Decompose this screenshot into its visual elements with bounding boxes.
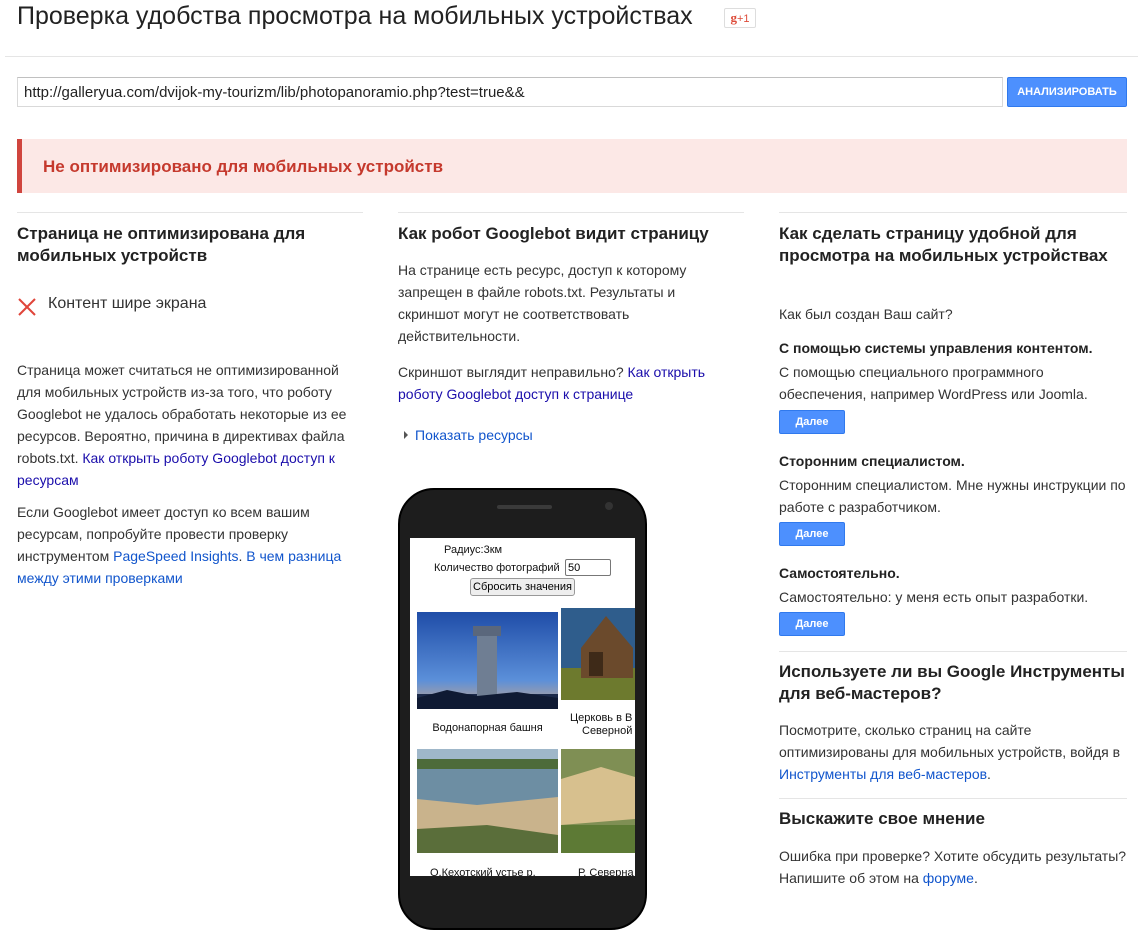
caption-water-tower: Водонапорная башня (432, 722, 543, 734)
feedback-end: . (973, 870, 978, 886)
screenshot-question: Скриншот выглядит неправильно? (398, 364, 624, 380)
option-specialist-title: Сторонним специалистом. (779, 453, 965, 469)
option-cms-title: С помощью системы управления контентом. (779, 340, 1093, 356)
alert-text: Не оптимизировано для мобильных устройст… (43, 157, 444, 176)
photo-sand-dune (561, 749, 635, 853)
phone-camera (605, 502, 613, 510)
expand-triangle-icon (404, 431, 408, 439)
site-question: Как был создан Ваш сайт? (779, 306, 953, 322)
webmaster-text: Посмотрите, сколько страниц на сайте опт… (779, 722, 1121, 760)
issues-explanation: Страница может считаться не оптимизирова… (17, 359, 363, 491)
show-resources-label: Показать ресурсы (415, 427, 533, 443)
section-divider (779, 651, 1127, 652)
photo-river-bank (417, 749, 558, 853)
error-x-icon (18, 298, 36, 316)
option-self-title: Самостоятельно. (779, 565, 900, 581)
pagespeed-note: Если Googlebot имеет доступ ко всем ваши… (17, 501, 363, 589)
analyze-button[interactable]: АНАЛИЗИРОВАТЬ (1007, 77, 1127, 107)
googlebot-heading: Как робот Googlebot видит страницу (398, 224, 709, 243)
option-specialist-desc: Сторонним специалистом. Мне нужны инстру… (779, 477, 1126, 515)
result-alert: Не оптимизировано для мобильных устройст… (17, 139, 1127, 193)
pagespeed-link[interactable]: PageSpeed Insights (113, 548, 238, 564)
option-specialist-next-button[interactable]: Далее (779, 522, 845, 546)
column-googlebot-view: Как робот Googlebot видит страницу На ст… (398, 212, 744, 443)
caption-north: Р. Северна (578, 867, 634, 876)
caption-church-line1: Церковь в В (570, 712, 633, 724)
section-divider (779, 798, 1127, 799)
google-plus-one-button[interactable]: g+1 (724, 8, 756, 28)
feedback-heading: Выскажите свое мнение (779, 809, 985, 828)
phone-speaker (497, 505, 552, 509)
radius-label: Радиус:3км (444, 544, 503, 556)
screenshot-note: Скриншот выглядит неправильно? Как откры… (398, 361, 744, 405)
option-self-desc: Самостоятельно: у меня есть опыт разрабо… (779, 589, 1089, 605)
webmaster-tools-text: Посмотрите, сколько страниц на сайте опт… (779, 719, 1127, 785)
forum-link[interactable]: форуме (923, 870, 974, 886)
feedback-text: Ошибка при проверке? Хотите обсудить рез… (779, 845, 1127, 889)
reset-values-button: Сбросить значения (470, 578, 575, 596)
webmaster-tools-heading: Используете ли вы Google Инструменты для… (779, 662, 1125, 703)
page-title: Проверка удобства просмотра на мобильных… (17, 2, 693, 30)
option-cms-desc: С помощью специального программного обес… (779, 364, 1088, 402)
option-self-next-button[interactable]: Далее (779, 612, 845, 636)
show-resources-toggle[interactable]: Показать ресурсы (404, 427, 533, 443)
issue-label: Контент шире экрана (48, 295, 207, 312)
pagespeed-sep: . (238, 548, 243, 564)
url-input[interactable] (17, 77, 1003, 107)
photo-church (561, 608, 635, 700)
caption-river: О.Кехотский устье р. (430, 867, 536, 876)
webmaster-end: . (987, 766, 991, 782)
issues-heading: Страница не оптимизирована для мобильных… (17, 224, 306, 265)
caption-church-line2: Северной (582, 725, 633, 737)
gplus-label: +1 (736, 13, 750, 25)
column-issues: Страница не оптимизирована для мобильных… (17, 212, 363, 586)
webmaster-tools-link[interactable]: Инструменты для веб-мастеров (779, 766, 987, 782)
column-how-to-fix: Как сделать страницу удобной для просмот… (779, 212, 1127, 886)
googlebot-note: На странице есть ресурс, доступ к которо… (398, 262, 687, 344)
how-to-heading: Как сделать страницу удобной для просмот… (779, 224, 1108, 265)
photo-water-tower (417, 612, 558, 709)
option-cms-next-button[interactable]: Далее (779, 410, 845, 434)
photo-count-input (565, 559, 611, 576)
phone-mockup: Радиус:3км Количество фотографий Сбросит… (398, 488, 647, 930)
phone-screenshot: Радиус:3км Количество фотографий Сбросит… (410, 538, 635, 876)
caption-church: Церковь в В Северной (570, 712, 632, 738)
header-divider (5, 56, 1138, 57)
photo-count-label: Количество фотографий (434, 562, 560, 574)
